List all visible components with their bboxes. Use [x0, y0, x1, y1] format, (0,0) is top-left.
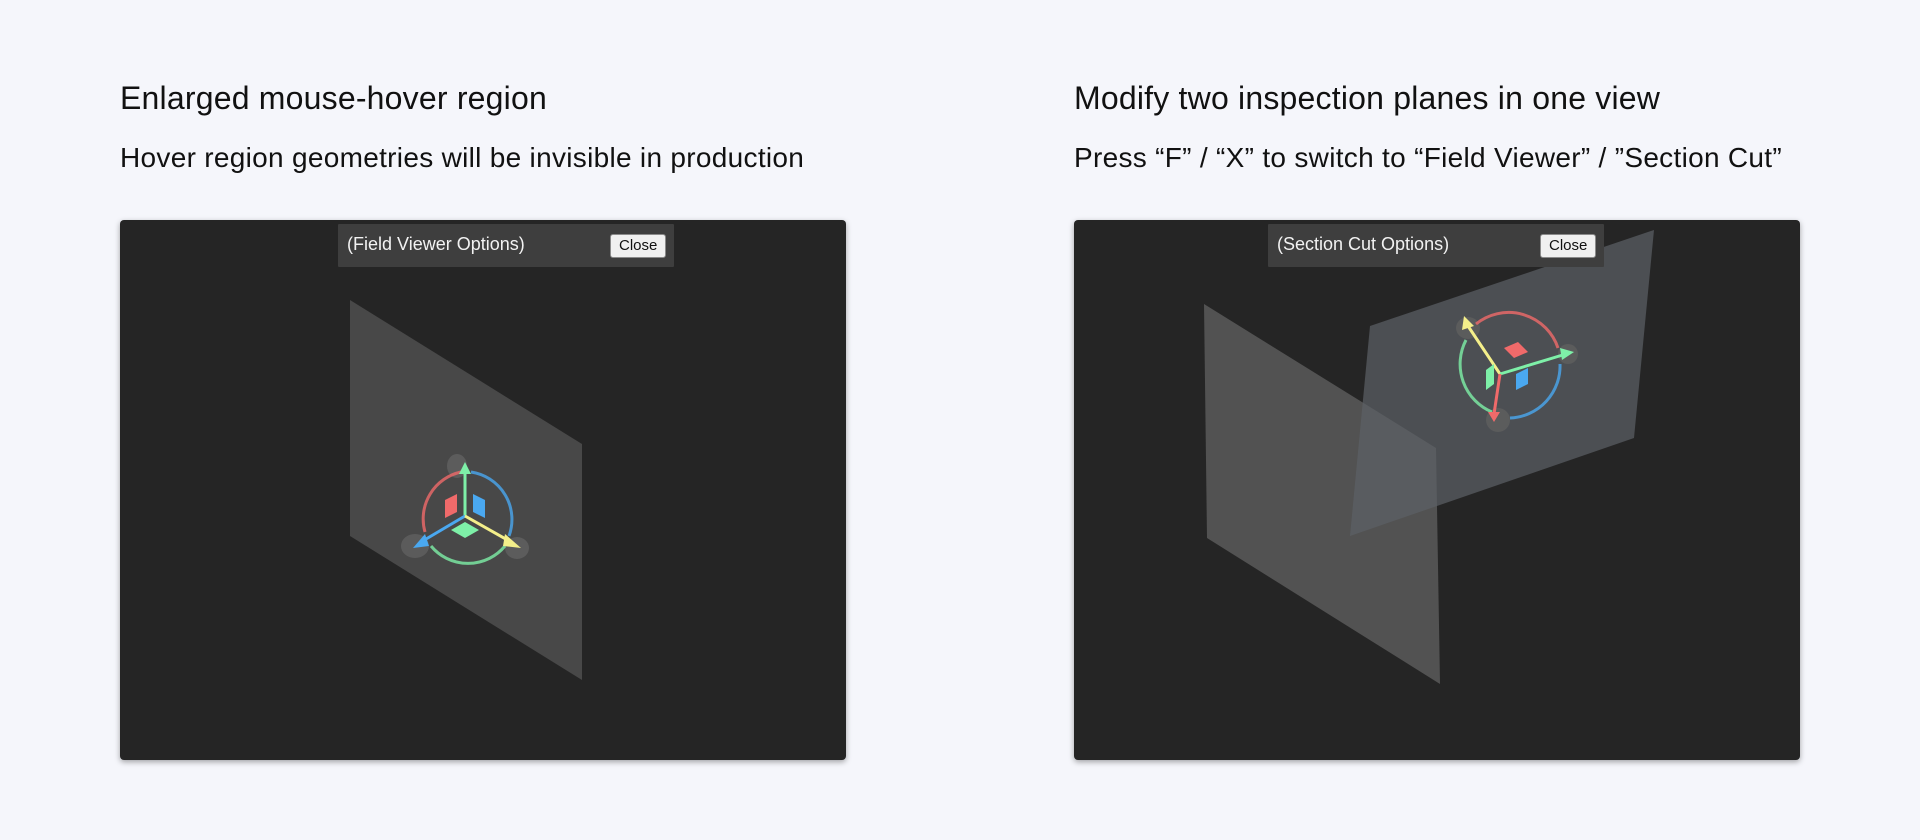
right-section-subtitle: Press “F” / “X” to switch to “Field View… [1074, 142, 1783, 173]
section-cut-options-label: (Section Cut Options) [1277, 234, 1450, 254]
section-cut-options-panel: (Section Cut Options) Close [1268, 224, 1604, 267]
section-cut-viewport[interactable]: (Section Cut Options) Close [1074, 220, 1800, 760]
left-section-subtitle: Hover region geometries will be invisibl… [120, 142, 805, 173]
right-section-title: Modify two inspection planes in one view [1074, 80, 1661, 116]
left-section-title: Enlarged mouse-hover region [120, 80, 547, 116]
field-viewer-viewport[interactable]: (Field Viewer Options) Close [120, 220, 846, 760]
close-button[interactable]: Close [1540, 234, 1597, 258]
field-viewer-options-label: (Field Viewer Options) [347, 234, 525, 254]
close-button[interactable]: Close [610, 234, 667, 258]
field-viewer-options-panel: (Field Viewer Options) Close [338, 224, 674, 267]
section-cut-scene[interactable] [1074, 220, 1800, 760]
field-viewer-scene[interactable] [120, 220, 846, 760]
section-cut-plane[interactable] [1350, 230, 1654, 536]
